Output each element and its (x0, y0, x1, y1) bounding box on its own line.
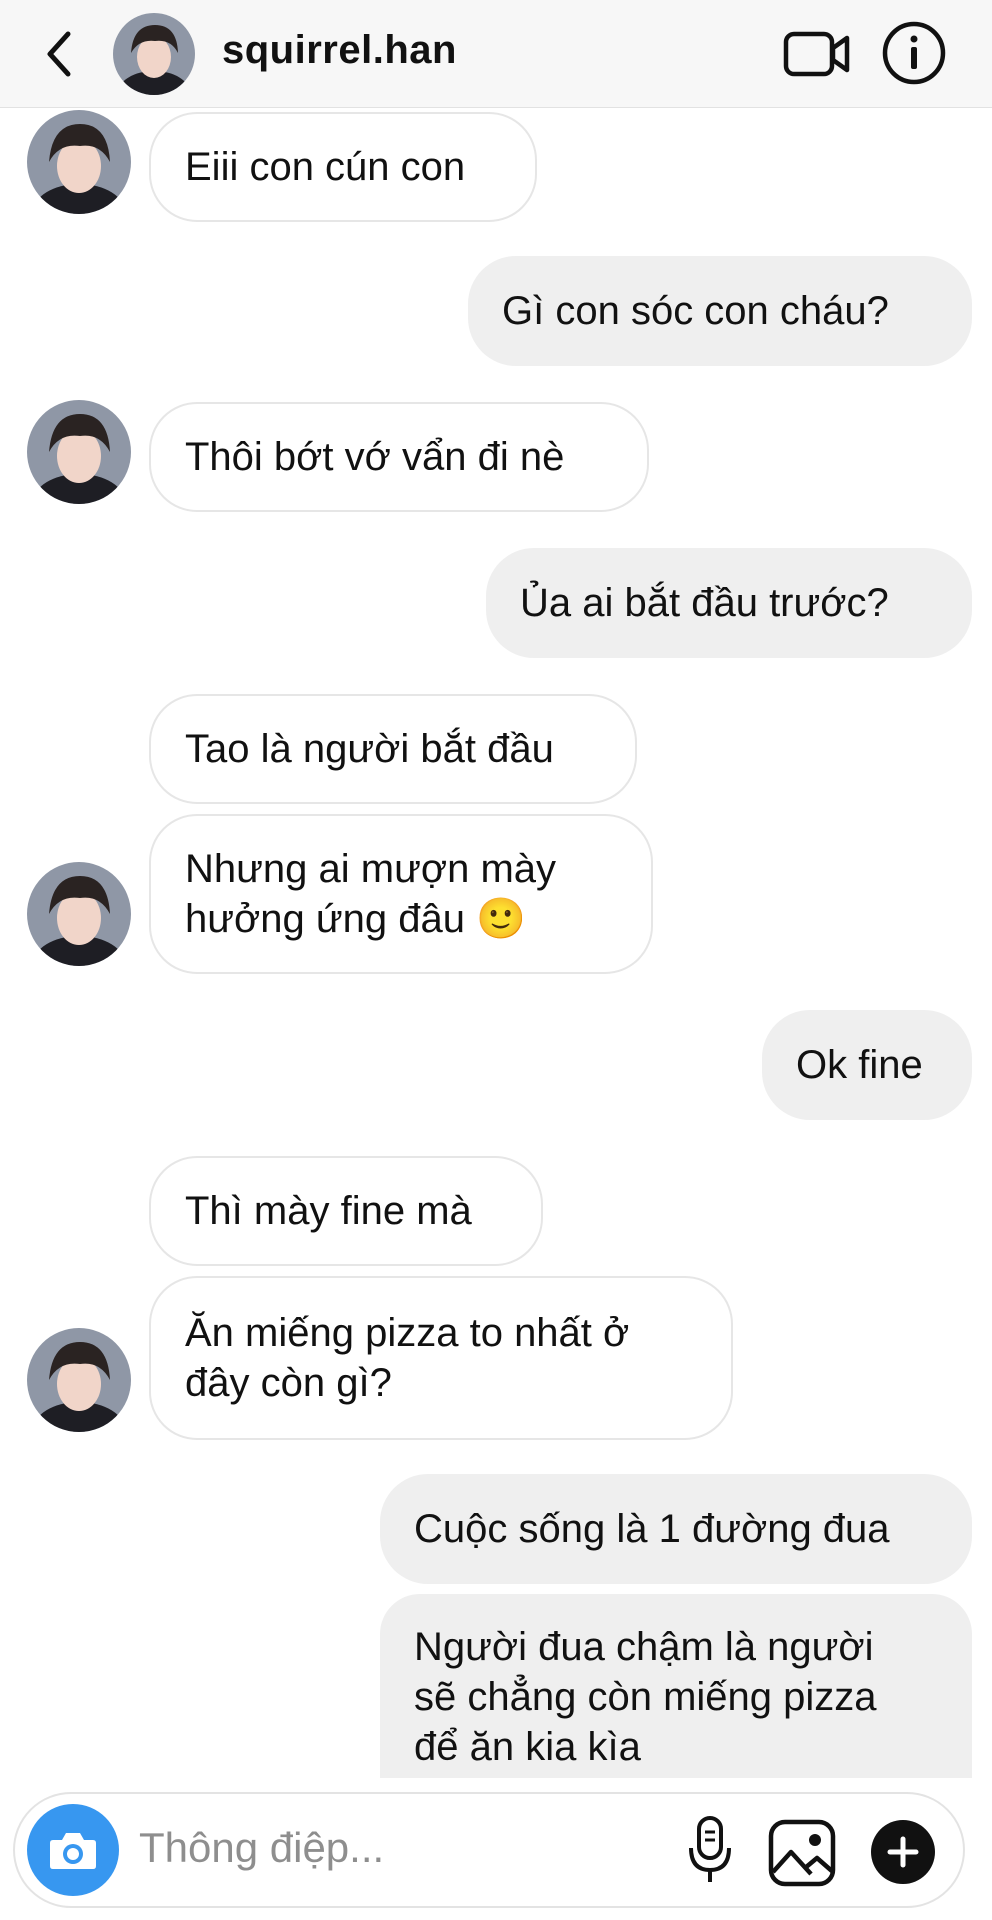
message-bubble-outgoing[interactable]: Ủa ai bắt đầu trước? (486, 548, 972, 658)
message-bubble-incoming[interactable]: Nhưng ai mượn mày hưởng ứng đâu 🙂 (149, 814, 653, 974)
sender-avatar[interactable] (27, 862, 131, 966)
gallery-icon[interactable] (767, 1818, 837, 1888)
message-bubble-incoming[interactable]: Tao là người bắt đầu (149, 694, 637, 804)
message-bubble-outgoing[interactable]: Gì con sóc con cháu? (468, 256, 972, 366)
camera-icon (50, 1833, 96, 1869)
plus-icon (887, 1836, 919, 1868)
message-bubble-incoming[interactable]: Thì mày fine mà (149, 1156, 543, 1266)
video-call-icon[interactable] (783, 28, 851, 80)
message-bubble-incoming[interactable]: Ăn miếng pizza to nhất ở đây còn gì? (149, 1276, 733, 1440)
camera-button[interactable] (27, 1804, 119, 1896)
message-bubble-incoming[interactable]: Eiii con cún con (149, 112, 537, 222)
message-bubble-outgoing[interactable]: Cuộc sống là 1 đường đua (380, 1474, 972, 1584)
back-chevron-icon[interactable] (40, 26, 80, 82)
message-bubble-outgoing[interactable]: Người đua chậm là người sẽ chẳng còn miế… (380, 1594, 972, 1778)
message-bubble-incoming[interactable]: Thôi bớt vớ vẩn đi nè (149, 402, 649, 512)
chat-username[interactable]: squirrel.han (222, 28, 457, 73)
microphone-icon[interactable] (685, 1814, 735, 1886)
avatar[interactable] (113, 13, 195, 95)
message-thread[interactable]: Eiii con cún con Gì con sóc con cháu? Th… (0, 108, 992, 1778)
message-input[interactable]: Thông điệp... (139, 1824, 384, 1872)
chat-header: squirrel.han (0, 0, 992, 108)
more-options-button[interactable] (871, 1820, 935, 1884)
sender-avatar[interactable] (27, 400, 131, 504)
message-bubble-outgoing[interactable]: Ok fine (762, 1010, 972, 1120)
message-composer: Thông điệp... (13, 1792, 965, 1908)
sender-avatar[interactable] (27, 1328, 131, 1432)
info-icon[interactable] (881, 20, 947, 86)
sender-avatar[interactable] (27, 110, 131, 214)
